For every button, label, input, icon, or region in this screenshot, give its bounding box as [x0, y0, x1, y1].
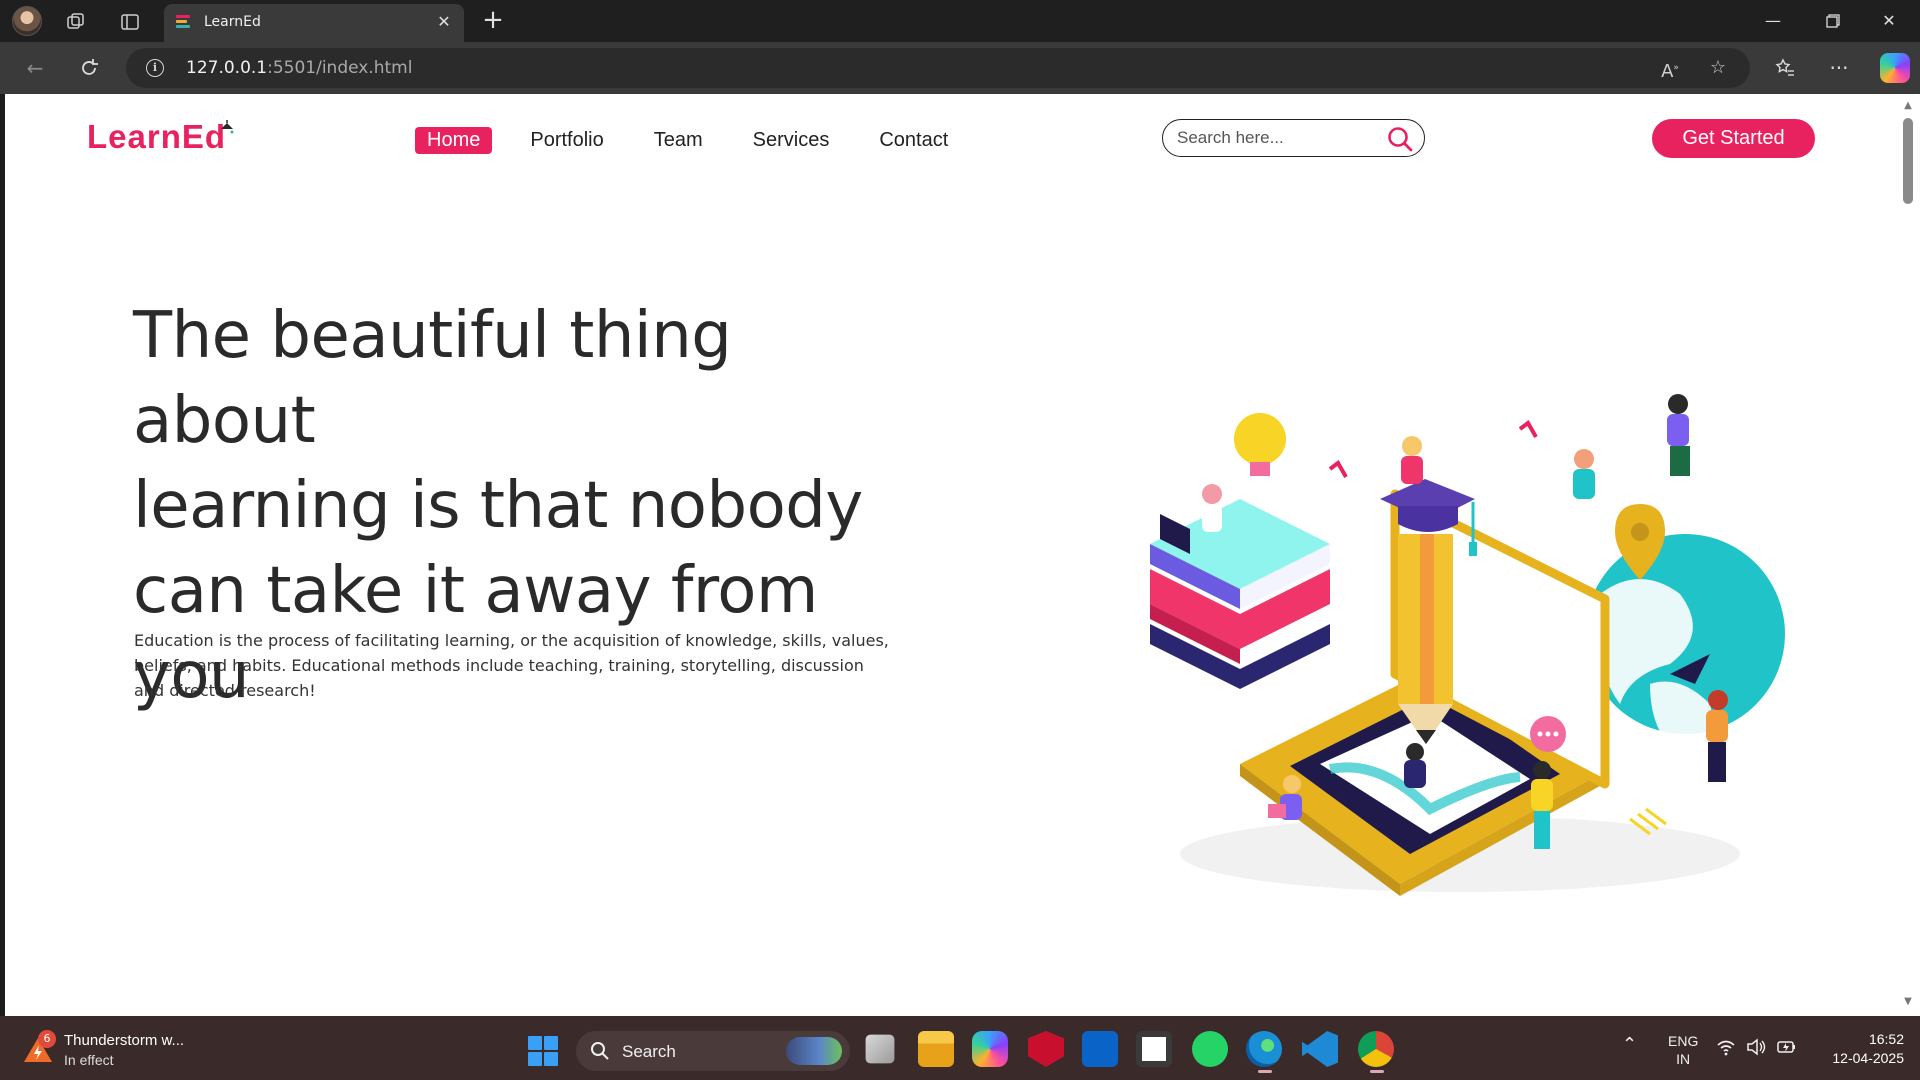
site-logo[interactable]: LearnEd: [87, 118, 226, 156]
whatsapp-icon[interactable]: [1192, 1031, 1228, 1067]
browser-tab-bar: LearnEd ✕ + — ✕: [0, 0, 1920, 42]
tab-title: LearnEd: [204, 14, 261, 30]
get-started-button[interactable]: Get Started: [1652, 119, 1815, 158]
weather-subtitle: In effect: [64, 1052, 114, 1068]
weather-widget[interactable]: 6 Thunderstorm w... In effect: [22, 1030, 222, 1070]
scroll-down-icon[interactable]: ▼: [1902, 996, 1914, 1008]
hero-title-line-2: learning is that nobody: [133, 469, 863, 543]
site-info-icon[interactable]: i: [146, 59, 164, 77]
read-aloud-icon[interactable]: A»: [1658, 56, 1682, 82]
taskbar-search[interactable]: Search: [576, 1031, 850, 1071]
nav-team[interactable]: Team: [642, 127, 715, 154]
browser-toolbar: ← i 127.0.0.1:5501/index.html A» ☆ ···: [0, 42, 1920, 94]
back-arrow-icon[interactable]: ←: [20, 53, 50, 83]
close-tab-icon[interactable]: ✕: [434, 12, 454, 32]
url-text[interactable]: 127.0.0.1:5501/index.html: [186, 58, 412, 78]
show-hidden-icons-icon[interactable]: ⌃: [1622, 1034, 1637, 1055]
volume-icon[interactable]: [1746, 1038, 1766, 1056]
favorites-icon[interactable]: [1770, 53, 1800, 83]
taskbar-search-label: Search: [622, 1042, 676, 1061]
copilot-app-icon[interactable]: [972, 1031, 1008, 1067]
new-tab-icon[interactable]: +: [478, 6, 508, 36]
minimize-icon[interactable]: —: [1750, 6, 1796, 36]
search-icon: [591, 1042, 609, 1060]
windows-taskbar: 6 Thunderstorm w... In effect Search ⌃ E…: [0, 1016, 1920, 1080]
tab-favicon-icon: [176, 15, 192, 29]
language-region: IN: [1676, 1051, 1691, 1067]
site-search: [1162, 119, 1425, 157]
weather-title: Thunderstorm w...: [64, 1032, 185, 1049]
nav-services[interactable]: Services: [741, 127, 842, 154]
battery-icon[interactable]: [1776, 1038, 1798, 1056]
page-viewport: LearnEd Home Portfolio Team Services Con…: [5, 94, 1896, 1016]
edge-icon[interactable]: [1246, 1031, 1282, 1073]
language-code: ENG: [1668, 1033, 1699, 1049]
scrollbar-thumb[interactable]: [1903, 118, 1913, 204]
search-highlight-icon: [786, 1037, 842, 1065]
copilot-icon[interactable]: [1880, 53, 1910, 83]
windows-start-icon[interactable]: [528, 1036, 558, 1066]
weather-alert-badge: 6: [38, 1030, 56, 1048]
hero-description: Education is the process of facilitating…: [134, 631, 889, 700]
logo-text-main: Learn: [87, 118, 182, 155]
vertical-tabs-icon[interactable]: [116, 8, 144, 36]
active-tab[interactable]: LearnEd ✕: [164, 4, 464, 42]
nav-home[interactable]: Home: [415, 126, 493, 154]
mcafee-icon[interactable]: [1028, 1031, 1064, 1067]
search-icon[interactable]: [1386, 125, 1414, 153]
vscode-icon[interactable]: [1302, 1031, 1338, 1067]
wifi-icon[interactable]: [1716, 1038, 1736, 1056]
hero-title-line-1: The beautiful thing about: [133, 299, 732, 458]
microsoft-store-icon[interactable]: [1136, 1031, 1172, 1067]
more-options-icon[interactable]: ···: [1824, 53, 1854, 83]
graduation-cap-icon: [221, 120, 234, 134]
scroll-up-icon[interactable]: ▲: [1902, 100, 1914, 112]
url-host: 127.0.0.1: [186, 58, 268, 78]
url-path: :5501/index.html: [267, 58, 413, 78]
nav-contact[interactable]: Contact: [867, 127, 960, 154]
outlook-icon[interactable]: [1082, 1031, 1118, 1067]
nav-portfolio[interactable]: Portfolio: [518, 127, 615, 154]
file-explorer-icon[interactable]: [918, 1031, 954, 1067]
system-clock[interactable]: 16:52 12-04-2025: [1812, 1030, 1904, 1068]
favorite-star-icon[interactable]: ☆: [1706, 56, 1730, 80]
language-indicator[interactable]: ENG IN: [1668, 1032, 1698, 1068]
education-illustration: [1150, 394, 1785, 896]
workspaces-icon[interactable]: [62, 8, 90, 36]
task-view-icon[interactable]: [865, 1034, 895, 1064]
main-nav: Home Portfolio Team Services Contact: [415, 124, 986, 156]
page-scrollbar[interactable]: ▲ ▼: [1896, 94, 1920, 1016]
chrome-icon[interactable]: [1358, 1031, 1394, 1073]
clock-date: 12-04-2025: [1832, 1050, 1904, 1066]
clock-time: 16:52: [1868, 1031, 1904, 1047]
address-bar[interactable]: i 127.0.0.1:5501/index.html A» ☆: [126, 48, 1750, 88]
profile-avatar[interactable]: [12, 6, 42, 36]
search-input[interactable]: [1177, 127, 1377, 149]
restore-icon[interactable]: [1810, 6, 1856, 36]
close-window-icon[interactable]: ✕: [1866, 6, 1912, 36]
refresh-icon[interactable]: [74, 53, 104, 83]
